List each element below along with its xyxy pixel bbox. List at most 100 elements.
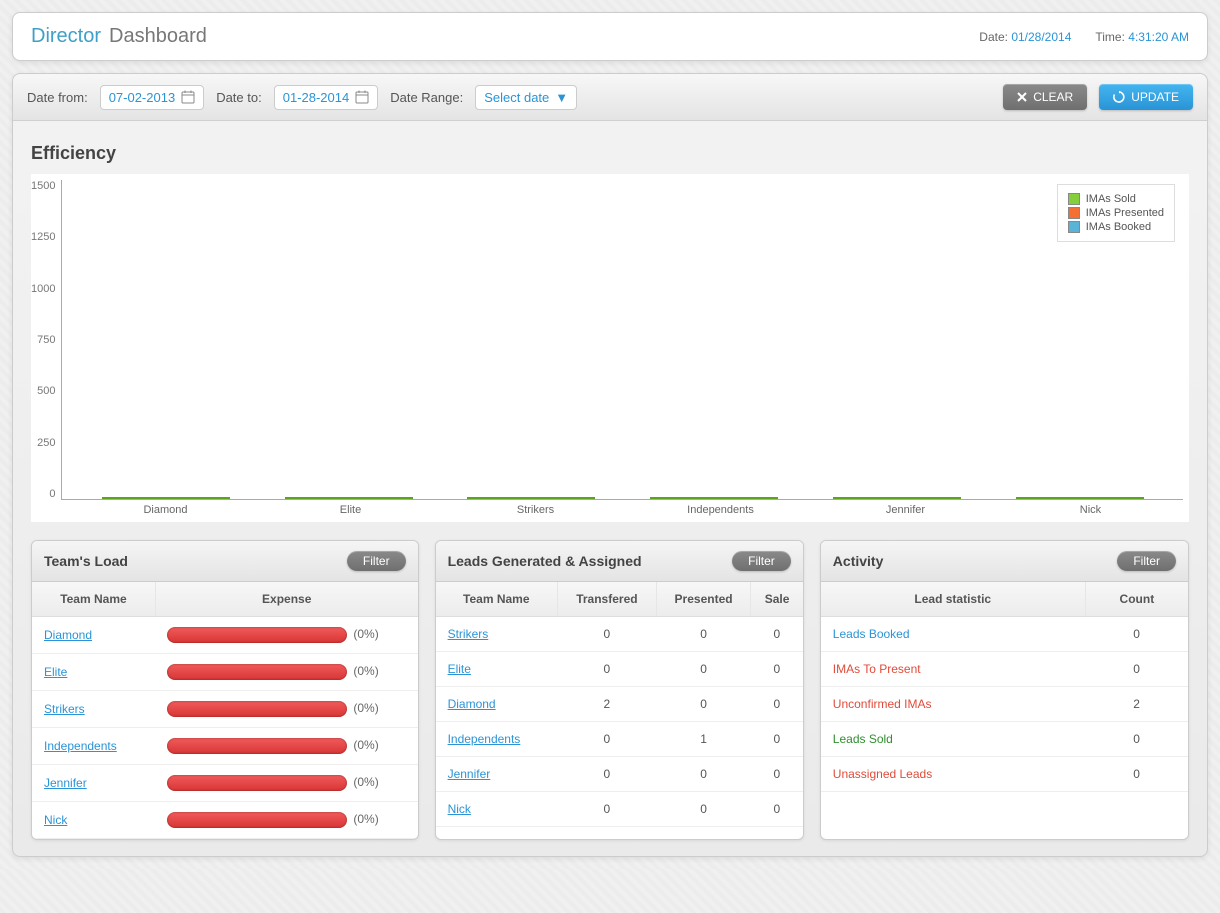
chart-x-label: Diamond: [73, 500, 258, 516]
date-from-input[interactable]: 07-02-2013: [100, 85, 205, 110]
table-row: Independents(0%): [32, 728, 418, 765]
team-link[interactable]: Nick: [44, 813, 67, 827]
chart-y-axis: 1500125010007505002500: [31, 180, 61, 500]
cell-transfered: 0: [558, 652, 657, 687]
col-team-name: Team Name: [436, 582, 558, 617]
table-row: Strikers (0%): [32, 691, 418, 728]
activity-filter-button[interactable]: Filter: [1117, 551, 1176, 571]
team-load-table: Team Name Expense Diamond(0%)Elite(0%)St…: [32, 582, 418, 839]
chart-bar-segment: [650, 497, 778, 499]
calendar-icon: [355, 90, 369, 104]
activity-stat-label: IMAs To Present: [821, 652, 1085, 687]
team-link[interactable]: Independents: [44, 739, 117, 753]
activity-stat-count: 2: [1085, 687, 1188, 722]
chart-bar-segment: [833, 497, 961, 499]
activity-table: Lead statistic Count Leads Booked0IMAs T…: [821, 582, 1188, 792]
legend-label-booked: IMAs Booked: [1086, 221, 1151, 233]
date-label: Date:: [979, 30, 1008, 44]
team-link[interactable]: Nick: [448, 802, 471, 816]
chart-x-label: Jennifer: [813, 500, 998, 516]
activity-stat-count: 0: [1085, 652, 1188, 687]
chart-x-axis: DiamondEliteStrikersIndependentsJennifer…: [31, 500, 1183, 516]
table-row: Jennifer (0%): [32, 765, 418, 802]
cell-sale: 0: [751, 687, 803, 722]
activity-stat-label: Unassigned Leads: [821, 757, 1085, 792]
chart-x-label: Nick: [998, 500, 1183, 516]
expense-pct: (0%): [353, 775, 378, 789]
col-expense: Expense: [155, 582, 417, 617]
cell-transfered: 0: [558, 757, 657, 792]
expense-pct: (0%): [353, 627, 378, 641]
date-range-select[interactable]: Select date ▼: [475, 85, 577, 110]
col-lead-statistic: Lead statistic: [821, 582, 1085, 617]
leads-title: Leads Generated & Assigned: [448, 553, 642, 569]
clear-button[interactable]: CLEAR: [1003, 84, 1087, 110]
chart-bar-segment: [1016, 497, 1144, 499]
chart-legend: IMAs Sold IMAs Presented IMAs Booked: [1057, 184, 1175, 242]
update-button[interactable]: UPDATE: [1099, 84, 1193, 110]
activity-stat-count: 0: [1085, 617, 1188, 652]
table-row: Independents010: [436, 722, 803, 757]
header-meta: Date: 01/28/2014 Time: 4:31:20 AM: [979, 30, 1189, 44]
cell-transfered: 2: [558, 687, 657, 722]
main-panel: Date from: 07-02-2013 Date to: 01-28-201…: [12, 73, 1208, 857]
brand-label: Director: [31, 25, 101, 48]
date-to-value: 01-28-2014: [283, 90, 350, 105]
cell-presented: 0: [656, 652, 751, 687]
team-link[interactable]: Independents: [448, 732, 521, 746]
table-row: Leads Sold0: [821, 722, 1188, 757]
close-icon: [1017, 92, 1027, 102]
chart-bar-segment: [102, 497, 230, 499]
team-link[interactable]: Elite: [448, 662, 471, 676]
time-label: Time:: [1095, 30, 1125, 44]
team-link[interactable]: Elite: [44, 665, 67, 679]
table-row: Nick000: [436, 792, 803, 827]
table-row: Diamond (0%): [32, 617, 418, 654]
team-link[interactable]: Jennifer: [448, 767, 491, 781]
expense-bar: [167, 701, 347, 717]
cell-transfered: 0: [558, 617, 657, 652]
team-link[interactable]: Strikers: [448, 627, 489, 641]
team-link[interactable]: Strikers: [44, 702, 85, 716]
leads-card: Leads Generated & Assigned Filter Team N…: [435, 540, 804, 840]
date-from-label: Date from:: [27, 90, 88, 105]
chart-x-label: Strikers: [443, 500, 628, 516]
table-row: Elite000: [436, 652, 803, 687]
expense-pct: (0%): [353, 701, 378, 715]
table-row: Diamond200: [436, 687, 803, 722]
time-value: 4:31:20 AM: [1128, 30, 1189, 44]
activity-card: Activity Filter Lead statistic Count Lea…: [820, 540, 1189, 840]
calendar-icon: [181, 90, 195, 104]
team-load-card: Team's Load Filter Team Name Expense Dia…: [31, 540, 419, 840]
chart-bar-segment: [285, 497, 413, 499]
legend-label-presented: IMAs Presented: [1086, 207, 1164, 219]
activity-stat-label: Leads Booked: [821, 617, 1085, 652]
date-range-value: Select date: [484, 90, 549, 105]
col-transfered: Transfered: [558, 582, 657, 617]
expense-bar: [167, 627, 347, 643]
leads-table: Team Name Transfered Presented Sale Stri…: [436, 582, 803, 827]
leads-filter-button[interactable]: Filter: [732, 551, 791, 571]
team-link[interactable]: Diamond: [448, 697, 496, 711]
legend-swatch-sold: [1068, 193, 1080, 205]
cell-sale: 0: [751, 652, 803, 687]
team-load-filter-button[interactable]: Filter: [347, 551, 406, 571]
date-range-label: Date Range:: [390, 90, 463, 105]
col-sale: Sale: [751, 582, 803, 617]
activity-stat-label: Leads Sold: [821, 722, 1085, 757]
team-link[interactable]: Diamond: [44, 628, 92, 642]
team-link[interactable]: Jennifer: [44, 776, 87, 790]
expense-bar: [167, 738, 347, 754]
chart-title: Efficiency: [31, 143, 1189, 164]
table-row: IMAs To Present0: [821, 652, 1188, 687]
expense-bar: [167, 775, 347, 791]
col-count: Count: [1085, 582, 1188, 617]
cell-sale: 0: [751, 617, 803, 652]
expense-pct: (0%): [353, 664, 378, 678]
cell-presented: 0: [656, 687, 751, 722]
chart-bar-segment: [467, 497, 595, 499]
update-label: UPDATE: [1131, 90, 1179, 104]
table-row: Unassigned Leads0: [821, 757, 1188, 792]
chart-x-label: Independents: [628, 500, 813, 516]
date-to-input[interactable]: 01-28-2014: [274, 85, 379, 110]
